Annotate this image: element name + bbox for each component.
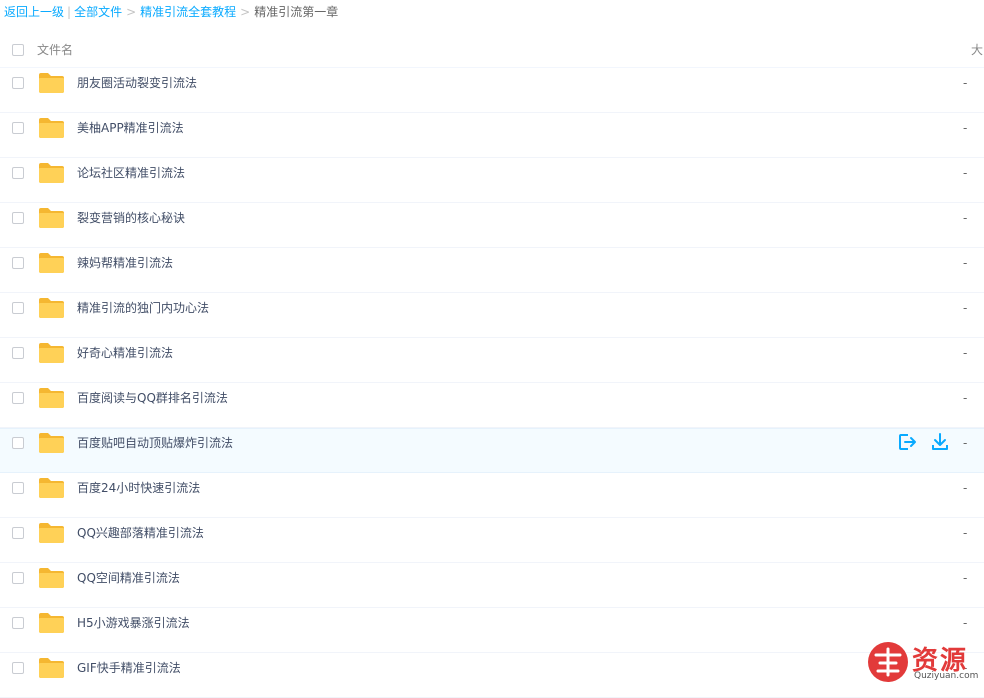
- file-name[interactable]: H5小游戏暴涨引流法: [77, 608, 190, 638]
- download-icon[interactable]: [930, 432, 950, 452]
- folder-icon: [39, 658, 64, 678]
- file-name[interactable]: 精准引流的独门内功心法: [77, 293, 209, 323]
- folder-icon: [39, 613, 64, 633]
- file-row[interactable]: 论坛社区精准引流法 -: [0, 158, 984, 203]
- row-checkbox[interactable]: [12, 392, 24, 404]
- breadcrumb-divider: |: [67, 5, 72, 19]
- file-name[interactable]: GIF快手精准引流法: [77, 653, 181, 683]
- file-row[interactable]: 美柚APP精准引流法 -: [0, 113, 984, 158]
- select-all-checkbox[interactable]: [12, 44, 24, 56]
- file-size: -: [963, 616, 968, 630]
- row-checkbox[interactable]: [12, 527, 24, 539]
- folder-icon: [39, 523, 64, 543]
- folder-icon: [39, 568, 64, 588]
- breadcrumb-parent-link[interactable]: 精准引流全套教程: [140, 5, 236, 19]
- file-row[interactable]: QQ空间精准引流法 -: [0, 563, 984, 608]
- share-icon[interactable]: [897, 432, 917, 452]
- file-row[interactable]: 辣妈帮精准引流法 -: [0, 248, 984, 293]
- file-size: -: [963, 346, 968, 360]
- folder-icon: [39, 343, 64, 363]
- file-size: -: [963, 121, 968, 135]
- folder-icon: [39, 208, 64, 228]
- file-row[interactable]: 百度24小时快速引流法 -: [0, 473, 984, 518]
- column-header-name[interactable]: 文件名: [37, 33, 73, 67]
- folder-icon: [39, 388, 64, 408]
- file-row[interactable]: 好奇心精准引流法 -: [0, 338, 984, 383]
- file-size: -: [963, 391, 968, 405]
- watermark-domain: Quziyuan.com: [914, 671, 979, 681]
- folder-icon: [39, 253, 64, 273]
- file-row[interactable]: 精准引流的独门内功心法 -: [0, 293, 984, 338]
- row-checkbox[interactable]: [12, 662, 24, 674]
- file-size: -: [963, 481, 968, 495]
- row-checkbox[interactable]: [12, 347, 24, 359]
- file-row[interactable]: 百度阅读与QQ群排名引流法 -: [0, 383, 984, 428]
- file-size: -: [963, 436, 968, 450]
- row-checkbox[interactable]: [12, 257, 24, 269]
- folder-icon: [39, 118, 64, 138]
- file-name[interactable]: QQ空间精准引流法: [77, 563, 180, 593]
- file-size: -: [963, 256, 968, 270]
- file-name[interactable]: 美柚APP精准引流法: [77, 113, 184, 143]
- row-checkbox[interactable]: [12, 212, 24, 224]
- file-row[interactable]: 百度贴吧自动顶贴爆炸引流法 -: [0, 428, 984, 473]
- row-checkbox[interactable]: [12, 617, 24, 629]
- file-size: -: [963, 571, 968, 585]
- file-name[interactable]: 好奇心精准引流法: [77, 338, 173, 368]
- file-size: -: [963, 211, 968, 225]
- folder-icon: [39, 163, 64, 183]
- watermark-logo: 资源 Quziyuan.com: [866, 638, 984, 686]
- row-checkbox[interactable]: [12, 167, 24, 179]
- file-name[interactable]: 百度阅读与QQ群排名引流法: [77, 383, 228, 413]
- watermark-emblem-icon: [868, 642, 908, 682]
- breadcrumb-current: 精准引流第一章: [254, 5, 339, 19]
- breadcrumb-back-link[interactable]: 返回上一级: [4, 5, 64, 19]
- file-list-header: 文件名 大: [0, 33, 984, 68]
- file-row[interactable]: 裂变营销的核心秘诀 -: [0, 203, 984, 248]
- row-checkbox[interactable]: [12, 572, 24, 584]
- file-name[interactable]: 朋友圈活动裂变引流法: [77, 68, 197, 98]
- breadcrumb-separator: >: [126, 5, 137, 19]
- folder-icon: [39, 478, 64, 498]
- row-checkbox[interactable]: [12, 482, 24, 494]
- file-size: -: [963, 166, 968, 180]
- breadcrumb-separator: >: [240, 5, 251, 19]
- file-name[interactable]: 百度24小时快速引流法: [77, 473, 200, 503]
- folder-icon: [39, 73, 64, 93]
- breadcrumb-all-files-link[interactable]: 全部文件: [74, 5, 122, 19]
- file-size: -: [963, 526, 968, 540]
- folder-icon: [39, 298, 64, 318]
- file-size: -: [963, 76, 968, 90]
- row-checkbox[interactable]: [12, 122, 24, 134]
- file-name[interactable]: QQ兴趣部落精准引流法: [77, 518, 204, 548]
- breadcrumb: 返回上一级 | 全部文件 > 精准引流全套教程 > 精准引流第一章: [4, 0, 338, 24]
- row-checkbox[interactable]: [12, 302, 24, 314]
- file-name[interactable]: 辣妈帮精准引流法: [77, 248, 173, 278]
- column-header-size[interactable]: 大: [971, 33, 983, 67]
- file-name[interactable]: 论坛社区精准引流法: [77, 158, 185, 188]
- file-name[interactable]: 百度贴吧自动顶贴爆炸引流法: [77, 428, 233, 458]
- file-name[interactable]: 裂变营销的核心秘诀: [77, 203, 185, 233]
- file-row[interactable]: 朋友圈活动裂变引流法 -: [0, 68, 984, 113]
- folder-icon: [39, 433, 64, 453]
- row-checkbox[interactable]: [12, 437, 24, 449]
- file-size: -: [963, 301, 968, 315]
- file-row[interactable]: QQ兴趣部落精准引流法 -: [0, 518, 984, 563]
- row-checkbox[interactable]: [12, 77, 24, 89]
- file-row[interactable]: H5小游戏暴涨引流法 -: [0, 608, 984, 653]
- file-row[interactable]: GIF快手精准引流法 -: [0, 653, 984, 698]
